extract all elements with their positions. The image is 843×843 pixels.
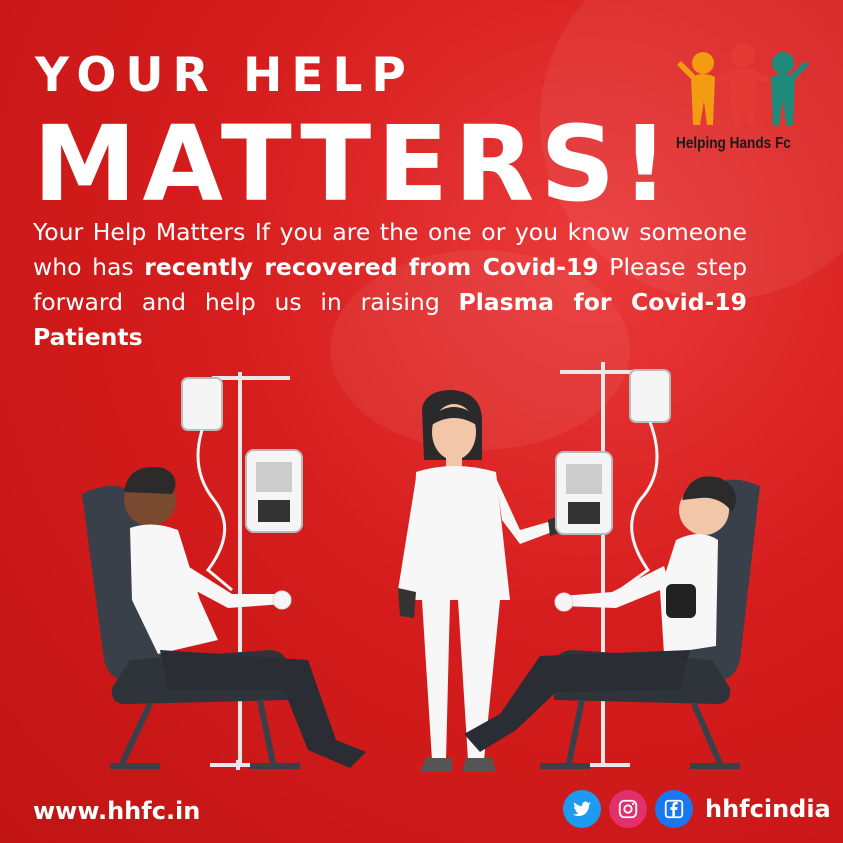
- nurse: [398, 390, 562, 772]
- social-handle[interactable]: hhfcindia: [705, 795, 831, 823]
- website-url[interactable]: www.hhfc.in: [33, 797, 200, 825]
- body-bold1: recently recovered from Covid-19: [144, 253, 599, 281]
- headline-line1: YOUR HELP: [35, 48, 415, 103]
- left-iv-stand: [181, 372, 303, 770]
- twitter-icon[interactable]: [563, 790, 601, 828]
- blood-donation-illustration: [82, 362, 760, 772]
- facebook-icon[interactable]: [655, 790, 693, 828]
- right-iv-stand: [555, 362, 671, 767]
- poster: YOUR HELP MATTERS! Your Help Matters If …: [0, 0, 843, 843]
- headline-line2: MATTERS!: [33, 103, 675, 225]
- social-links: hhfcindia: [563, 790, 831, 828]
- instagram-icon[interactable]: [609, 790, 647, 828]
- logo-name: Helping Hands Fc: [676, 135, 791, 152]
- body-text: Your Help Matters If you are the one or …: [33, 215, 747, 355]
